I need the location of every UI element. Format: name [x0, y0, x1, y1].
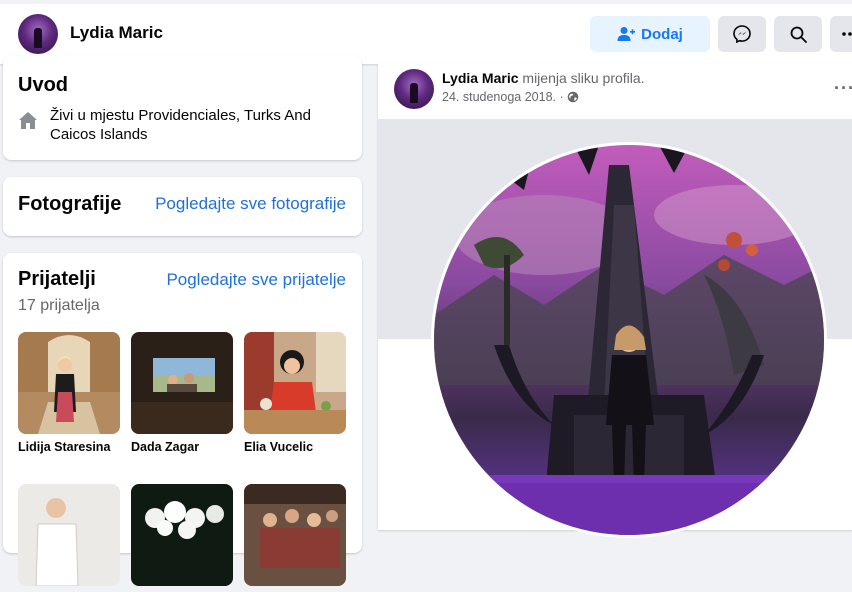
friend-item[interactable]: Dada Zagar: [131, 332, 233, 454]
messenger-icon: [733, 25, 751, 43]
lives-in-text: Živi u mjestu Providenciales, Turks And …: [50, 106, 340, 144]
friend-item[interactable]: [18, 484, 120, 592]
more-button[interactable]: [830, 16, 852, 52]
friend-item[interactable]: Lidija Staresina: [18, 332, 120, 454]
friends-title[interactable]: Prijatelji: [18, 268, 96, 291]
intro-title: Uvod: [18, 74, 68, 96]
post-card: Lydia Maric mijenja sliku profila. 24. s…: [378, 64, 852, 538]
post-author-link[interactable]: Lydia Maric: [442, 70, 519, 86]
globe-icon: [567, 91, 578, 103]
see-all-friends-link[interactable]: Pogledajte sve prijatelje: [166, 270, 346, 290]
friend-name[interactable]: Elia Vucelic: [244, 440, 346, 454]
friends-count: 17 prijatelja: [18, 297, 100, 314]
friend-photo[interactable]: [131, 484, 233, 586]
friend-item[interactable]: [131, 484, 233, 592]
friend-item[interactable]: Elia Vucelic: [244, 332, 346, 454]
friend-photo[interactable]: [244, 484, 346, 586]
profile-picture-photo[interactable]: [431, 142, 827, 538]
post-more-menu[interactable]: ···: [834, 78, 852, 99]
lives-prefix: Živi u mjestu: [50, 107, 139, 124]
profile-name[interactable]: Lydia Maric: [70, 23, 163, 43]
avatar[interactable]: [18, 14, 58, 54]
friend-name[interactable]: Dada Zagar: [131, 440, 233, 454]
add-friend-button[interactable]: Dodaj: [590, 16, 710, 52]
intro-card: Uvod Živi u mjestu Providenciales, Turks…: [3, 56, 362, 160]
friends-card: Prijatelji Pogledajte sve prijatelje 17 …: [3, 253, 362, 586]
post-author-avatar[interactable]: [394, 69, 434, 109]
friend-photo[interactable]: [18, 484, 120, 586]
friend-item[interactable]: [244, 484, 346, 592]
search-button[interactable]: [774, 16, 822, 52]
profile-header: Lydia Maric Dodaj: [0, 0, 852, 64]
add-friend-icon: [617, 27, 636, 41]
post-date-text[interactable]: 24. studenoga 2018. ·: [442, 90, 564, 104]
add-friend-label: Dodaj: [641, 25, 683, 43]
photos-card: Fotografije Pogledajte sve fotografije: [3, 177, 362, 236]
friend-photo[interactable]: [131, 332, 233, 434]
photos-title[interactable]: Fotografije: [18, 193, 121, 216]
friend-photo[interactable]: [18, 332, 120, 434]
search-icon: [790, 26, 807, 43]
home-icon: [19, 112, 37, 129]
friend-photo[interactable]: [244, 332, 346, 434]
see-all-photos-link[interactable]: Pogledajte sve fotografije: [155, 194, 346, 214]
post-action-text: mijenja sliku profila.: [518, 70, 645, 86]
friend-name[interactable]: Lidija Staresina: [18, 440, 120, 454]
more-icon: [842, 32, 852, 36]
post-header-text: Lydia Maric mijenja sliku profila.: [442, 70, 645, 86]
post-timestamp[interactable]: 24. studenoga 2018. ·: [442, 90, 579, 104]
messenger-button[interactable]: [718, 16, 766, 52]
